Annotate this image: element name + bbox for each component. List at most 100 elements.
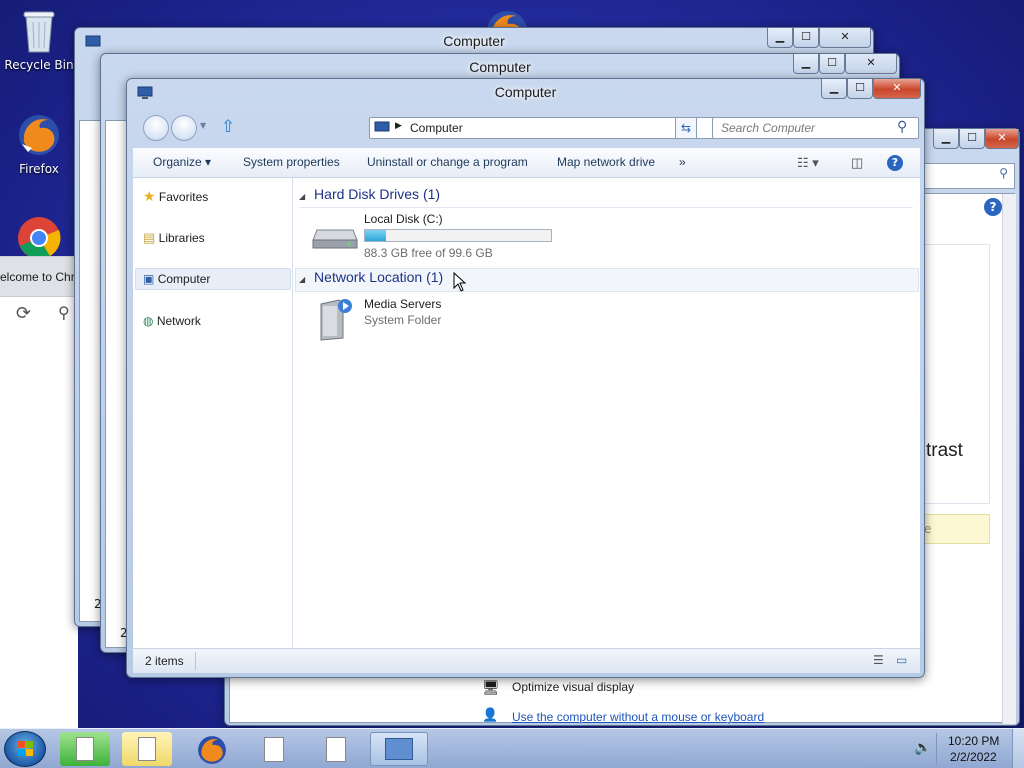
group-header-network-location[interactable]: ◢ Network Location (1) (299, 269, 913, 291)
search-icon[interactable]: ⚲ (897, 119, 907, 135)
clock-date[interactable]: 2/2/2022 (950, 750, 997, 764)
person-icon: 👤 (482, 708, 499, 723)
scrollbar[interactable] (1002, 194, 1016, 724)
window-title: Computer (494, 84, 557, 100)
mouse-cursor-icon (453, 272, 467, 292)
recycle-bin-label: Recycle Bin (4, 58, 74, 72)
breadcrumb-computer[interactable]: Computer (410, 121, 463, 135)
firefox-label: Firefox (19, 162, 59, 176)
display-icon: 🖥 (482, 680, 500, 696)
optimize-visual-display-link[interactable]: Optimize visual display (512, 680, 634, 694)
hard-drive-icon (312, 229, 358, 249)
computer-icon (374, 121, 390, 132)
keyboard-mouse-link[interactable]: Use the computer without a mouse or keyb… (512, 710, 764, 724)
preview-pane-icon[interactable]: ◫ (851, 155, 863, 171)
media-servers-item[interactable]: Media Servers System Folder (311, 296, 511, 344)
search-icon: ⚲ (58, 303, 70, 322)
maximize-button[interactable]: ☐ (847, 79, 873, 99)
reload-icon[interactable]: ⟳ (16, 303, 31, 324)
computer-icon (85, 35, 101, 47)
contrast-text: trast (926, 440, 963, 461)
recycle-bin-desktop-icon[interactable]: Recycle Bin (1, 8, 77, 72)
nav-network[interactable]: ◍ Network (143, 314, 201, 328)
change-view-icon[interactable]: ☷ ▾ (797, 155, 819, 171)
show-desktop-button[interactable] (1012, 729, 1024, 768)
document-icon (76, 737, 94, 761)
command-bar: Organize ▾ System properties Uninstall o… (133, 148, 920, 178)
close-button[interactable]: ✕ (873, 79, 921, 99)
group-header-hard-disk[interactable]: ◢ Hard Disk Drives (1) (299, 186, 913, 208)
status-bar: 2 items ☰ ▭ (133, 648, 920, 673)
close-button[interactable]: ✕ (819, 28, 871, 48)
details-view-icon[interactable]: ☰ (873, 653, 884, 667)
media-servers-type: System Folder (364, 313, 442, 327)
drive-name: Local Disk (C:) (364, 212, 443, 226)
system-properties-button[interactable]: System properties (243, 155, 340, 169)
recent-pages-chevron-icon[interactable]: ▼ (200, 121, 206, 130)
refresh-button[interactable]: ⇆ (675, 117, 697, 139)
close-button[interactable]: ✕ (985, 129, 1019, 149)
minimize-button[interactable]: ▁ (821, 79, 847, 99)
breadcrumb-separator-icon[interactable]: ▶ (395, 121, 402, 131)
minimize-button[interactable]: ▁ (933, 129, 959, 149)
firefox-desktop-icon[interactable]: Firefox (1, 112, 77, 176)
minimize-button[interactable]: ▁ (793, 54, 819, 74)
forward-button[interactable] (171, 115, 197, 141)
collapse-icon[interactable]: ◢ (299, 275, 305, 284)
taskbar-notepad-green[interactable] (60, 732, 110, 766)
nav-libraries[interactable]: ▤ Libraries (143, 230, 205, 246)
content-pane: ◢ Hard Disk Drives (1) Local Disk (C:) 8… (293, 178, 920, 648)
maximize-button[interactable]: ☐ (959, 129, 985, 149)
uninstall-program-button[interactable]: Uninstall or change a program (367, 155, 528, 169)
search-input[interactable]: Search Computer (712, 117, 919, 139)
drive-usage-bar (364, 229, 552, 242)
window-title: Computer (443, 33, 505, 49)
clock-time[interactable]: 10:20 PM (948, 734, 999, 748)
taskbar-control-panel[interactable] (370, 732, 428, 766)
media-server-icon (320, 299, 352, 341)
drive-free-space: 88.3 GB free of 99.6 GB (364, 246, 493, 260)
up-arrow-icon[interactable]: ⇧ (221, 117, 235, 137)
document-icon (264, 737, 284, 762)
collapse-icon[interactable]: ◢ (299, 192, 305, 201)
computer-icon (137, 86, 153, 99)
search-icon[interactable]: ⚲ (999, 166, 1008, 180)
firefox-icon (19, 115, 59, 155)
large-icons-view-icon[interactable]: ▭ (896, 653, 907, 667)
taskbar: 🔈 10:20 PM 2/2/2022 (0, 728, 1024, 768)
local-disk-item[interactable]: Local Disk (C:) 88.3 GB free of 99.6 GB (311, 210, 561, 262)
windows-logo-icon (18, 741, 33, 756)
map-network-drive-button[interactable]: Map network drive (557, 155, 655, 169)
taskbar-document-2[interactable] (312, 732, 362, 766)
organize-button[interactable]: Organize ▾ (153, 155, 211, 169)
taskbar-notepad-yellow[interactable] (122, 732, 172, 766)
star-icon: ★ (143, 188, 156, 204)
drive-usage-fill (365, 230, 387, 241)
navigation-pane: ★ Favorites ▤ Libraries ▣ Computer ◍ Net… (133, 178, 293, 648)
start-button[interactable] (4, 731, 46, 767)
more-commands-button[interactable]: » (679, 155, 686, 169)
chrome-tab[interactable]: elcome to Chro (0, 257, 78, 297)
item-count: 2 items (145, 654, 184, 668)
document-icon (138, 737, 156, 761)
control-panel-icon (385, 738, 413, 760)
close-button[interactable]: ✕ (845, 54, 897, 74)
nav-favorites[interactable]: ★ Favorites (143, 188, 208, 205)
firefox-icon (198, 736, 226, 764)
volume-icon[interactable]: 🔈 (914, 740, 931, 756)
chrome-window-fragment: elcome to Chro ⟳ ⚲ (0, 256, 78, 728)
maximize-button[interactable]: ☐ (793, 28, 819, 48)
chrome-icon (18, 217, 61, 259)
network-icon: ◍ (143, 314, 154, 328)
nav-computer[interactable]: ▣ Computer (143, 272, 210, 286)
help-icon[interactable]: ? (984, 198, 1002, 216)
taskbar-firefox[interactable] (188, 732, 238, 766)
back-button[interactable] (143, 115, 169, 141)
taskbar-document-1[interactable] (250, 732, 300, 766)
library-icon: ▤ (143, 230, 156, 245)
computer-explorer-window: Computer ▁ ☐ ✕ ▼ ⇧ ▶ Computer ▼ ⇆ Search… (126, 78, 925, 678)
recycle-bin-icon (23, 11, 55, 53)
help-icon[interactable]: ? (887, 155, 903, 171)
minimize-button[interactable]: ▁ (767, 28, 793, 48)
maximize-button[interactable]: ☐ (819, 54, 845, 74)
